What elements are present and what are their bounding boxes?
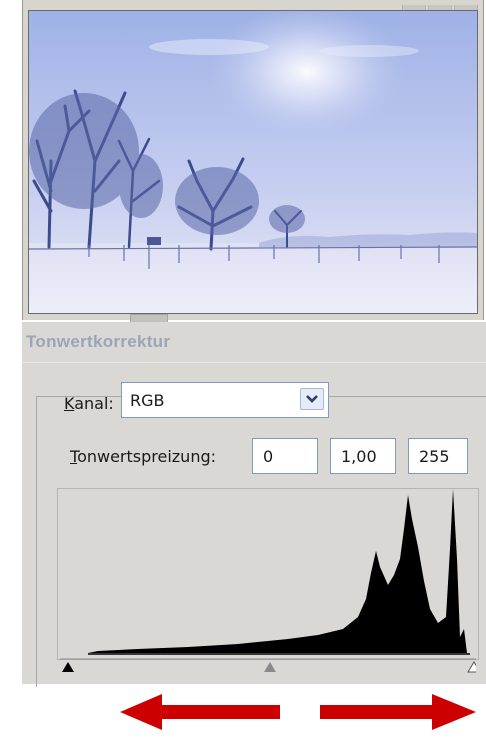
slider-track-graph (60, 658, 481, 673)
title-separator (22, 362, 486, 363)
channel-dropdown-button[interactable] (300, 388, 324, 410)
arrow-right-icon (320, 694, 476, 730)
gamma-value: 1,00 (341, 447, 377, 466)
black-triangle-icon[interactable] (62, 662, 74, 672)
annotation-arrows (120, 690, 482, 734)
channel-label-rest: anal: (74, 394, 114, 413)
input-levels-label-mnemonic: T (70, 447, 78, 466)
white-point-value: 255 (419, 447, 450, 466)
histogram-fill (88, 489, 467, 653)
winter-landscape-photo (28, 10, 478, 314)
histogram (57, 488, 479, 660)
arrow-left-icon (120, 694, 280, 730)
input-levels-label-rest: onwertspreizung: (77, 447, 217, 466)
gray-triangle-icon[interactable] (264, 662, 276, 672)
dialog-title: Tonwertkorrektur (26, 332, 171, 351)
chevron-down-icon (306, 395, 318, 403)
white-point-input[interactable]: 255 (408, 438, 468, 474)
histogram-graph (88, 489, 470, 655)
black-point-input[interactable]: 0 (252, 438, 318, 474)
channel-label: Kanal: (64, 394, 114, 413)
channel-select-value: RGB (130, 391, 165, 410)
gamma-input[interactable]: 1,00 (330, 438, 396, 474)
window-controls (400, 0, 480, 13)
arrows-graph (120, 694, 476, 730)
channel-label-mnemonic: K (64, 394, 75, 413)
input-levels-label: Tonwertspreizung: (70, 447, 216, 466)
photo-canvas (29, 11, 477, 313)
black-point-value: 0 (263, 447, 274, 466)
white-triangle-icon[interactable] (467, 661, 481, 673)
input-levels-slider[interactable] (60, 656, 481, 678)
